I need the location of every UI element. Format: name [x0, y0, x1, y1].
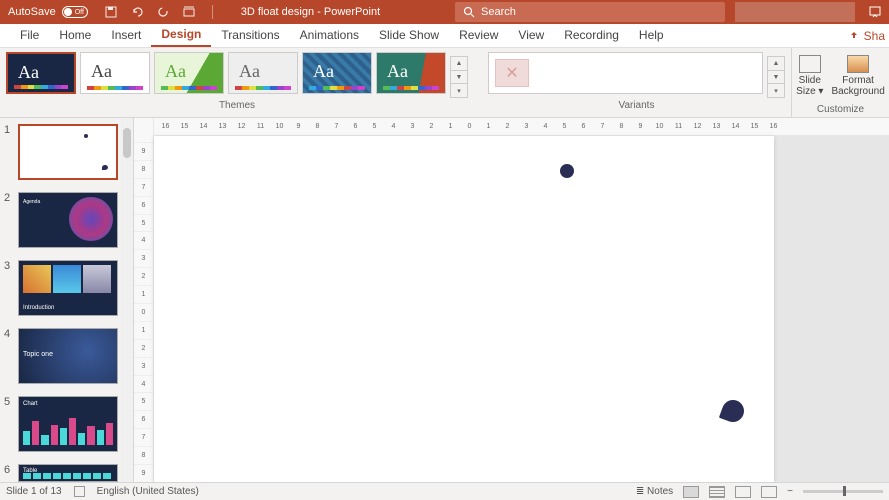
autosave-label: AutoSave — [8, 6, 56, 18]
variant-unavailable-icon: ✕ — [495, 59, 529, 87]
slide-thumb-preview: Introduction — [18, 260, 118, 316]
undo-icon[interactable] — [130, 5, 144, 19]
slide-thumb-preview: Chart — [18, 396, 118, 452]
design-ribbon: Aa Aa Aa Aa Aa Aa — [0, 48, 889, 118]
slide-thumb-preview: Agenda — [18, 192, 118, 248]
tab-recording[interactable]: Recording — [554, 23, 629, 47]
tab-transitions[interactable]: Transitions — [211, 23, 289, 47]
theme-thumb[interactable]: Aa — [302, 52, 372, 94]
title-bar: AutoSave Off 3D float design - PowerPoin… — [0, 0, 889, 24]
status-bar: Slide 1 of 13 English (United States) ≣ … — [0, 482, 889, 500]
chevron-down-icon: ▾ — [818, 86, 823, 97]
ribbon-tabs: File Home Insert Design Transitions Anim… — [0, 24, 889, 48]
tab-slideshow[interactable]: Slide Show — [369, 23, 449, 47]
share-icon — [848, 30, 860, 42]
redo-icon[interactable] — [156, 5, 170, 19]
search-icon — [463, 6, 475, 18]
teardrop-shape[interactable] — [719, 397, 747, 425]
spin-down-icon[interactable]: ▼ — [451, 71, 467, 85]
ribbon-display-icon[interactable] — [865, 2, 885, 22]
theme-thumb[interactable]: Aa — [376, 52, 446, 94]
reading-view-icon[interactable] — [735, 486, 751, 498]
search-placeholder: Search — [481, 6, 516, 18]
circle-shape[interactable] — [560, 164, 574, 178]
quick-access-toolbar — [96, 5, 225, 19]
tab-insert[interactable]: Insert — [101, 23, 151, 47]
themes-gallery-spinner[interactable]: ▲ ▼ ▾ — [450, 56, 468, 98]
format-background-icon — [847, 55, 869, 73]
slide-thumb-preview — [18, 124, 118, 180]
save-icon[interactable] — [104, 5, 118, 19]
document-title: 3D float design - PowerPoint — [225, 6, 396, 18]
slide-thumb-preview: Topic one — [18, 328, 118, 384]
tab-review[interactable]: Review — [449, 23, 508, 47]
theme-thumb[interactable]: Aa — [154, 52, 224, 94]
autosave-toggle[interactable]: AutoSave Off — [0, 6, 96, 18]
customize-group: Slide Size ▾ Format Background Customize — [791, 48, 889, 117]
user-account-area[interactable] — [735, 2, 855, 22]
tab-help[interactable]: Help — [629, 23, 674, 47]
themes-group: Aa Aa Aa Aa Aa Aa — [0, 48, 474, 117]
slide-size-button[interactable]: Slide Size ▾ — [796, 55, 823, 97]
accessibility-icon[interactable] — [74, 486, 85, 497]
tab-design[interactable]: Design — [151, 23, 211, 47]
spin-expand-icon[interactable]: ▾ — [451, 84, 467, 97]
slide-thumb[interactable]: 5 Chart — [0, 390, 133, 458]
variants-gallery[interactable]: ✕ — [488, 52, 763, 94]
spin-up-icon[interactable]: ▲ — [768, 57, 784, 71]
spin-up-icon[interactable]: ▲ — [451, 57, 467, 71]
normal-view-icon[interactable] — [683, 486, 699, 498]
start-from-beginning-icon[interactable] — [182, 5, 196, 19]
search-box[interactable]: Search — [455, 2, 725, 22]
slide-canvas[interactable] — [154, 136, 774, 482]
slide-thumb[interactable]: 6 Table — [0, 458, 133, 482]
themes-group-label: Themes — [0, 98, 474, 113]
slide-thumb[interactable]: 1 — [0, 118, 133, 186]
slideshow-view-icon[interactable] — [761, 486, 777, 498]
toggle-switch[interactable]: Off — [62, 6, 88, 18]
slide-thumb-preview: Table — [18, 464, 118, 482]
vertical-ruler: 9876543210123456789 — [134, 118, 154, 482]
spin-down-icon[interactable]: ▼ — [768, 71, 784, 85]
autosave-state: Off — [75, 9, 84, 16]
zoom-slider[interactable] — [803, 490, 883, 493]
language-indicator[interactable]: English (United States) — [97, 486, 199, 497]
slide-thumbnails-panel: 1 2 Agenda 3 Introduction 4 — [0, 118, 134, 482]
scrollbar-thumb[interactable] — [123, 128, 131, 158]
tab-home[interactable]: Home — [49, 23, 101, 47]
tab-file[interactable]: File — [10, 23, 49, 47]
slide-thumb[interactable]: 3 Introduction — [0, 254, 133, 322]
thumbs-scrollbar[interactable] — [121, 118, 133, 482]
slide-counter[interactable]: Slide 1 of 13 — [6, 486, 62, 497]
tab-view[interactable]: View — [508, 23, 554, 47]
slide-sorter-view-icon[interactable] — [709, 486, 725, 498]
slide-thumb[interactable]: 2 Agenda — [0, 186, 133, 254]
slide-edit-area: 1615141312111098765432101234567891011121… — [154, 118, 889, 482]
theme-thumb[interactable]: Aa — [228, 52, 298, 94]
variants-group: ✕ ▲ ▼ ▾ Variants — [482, 48, 791, 117]
notes-button[interactable]: ≣ Notes — [636, 486, 673, 497]
spin-expand-icon[interactable]: ▾ — [768, 84, 784, 97]
format-background-button[interactable]: Format Background — [831, 55, 884, 97]
horizontal-ruler: 1615141312111098765432101234567891011121… — [154, 118, 889, 136]
zoom-out-icon[interactable]: − — [787, 486, 793, 497]
variants-gallery-spinner[interactable]: ▲ ▼ ▾ — [767, 56, 785, 98]
slide-size-icon — [799, 55, 821, 73]
customize-group-label: Customize — [792, 102, 889, 117]
share-button[interactable]: Sha — [840, 24, 889, 48]
workspace: 1 2 Agenda 3 Introduction 4 — [0, 118, 889, 482]
theme-thumb-current[interactable]: Aa — [6, 52, 76, 94]
variants-group-label: Variants — [482, 98, 791, 113]
theme-thumb[interactable]: Aa — [80, 52, 150, 94]
tab-animations[interactable]: Animations — [290, 23, 369, 47]
slide-thumb[interactable]: 4 Topic one — [0, 322, 133, 390]
